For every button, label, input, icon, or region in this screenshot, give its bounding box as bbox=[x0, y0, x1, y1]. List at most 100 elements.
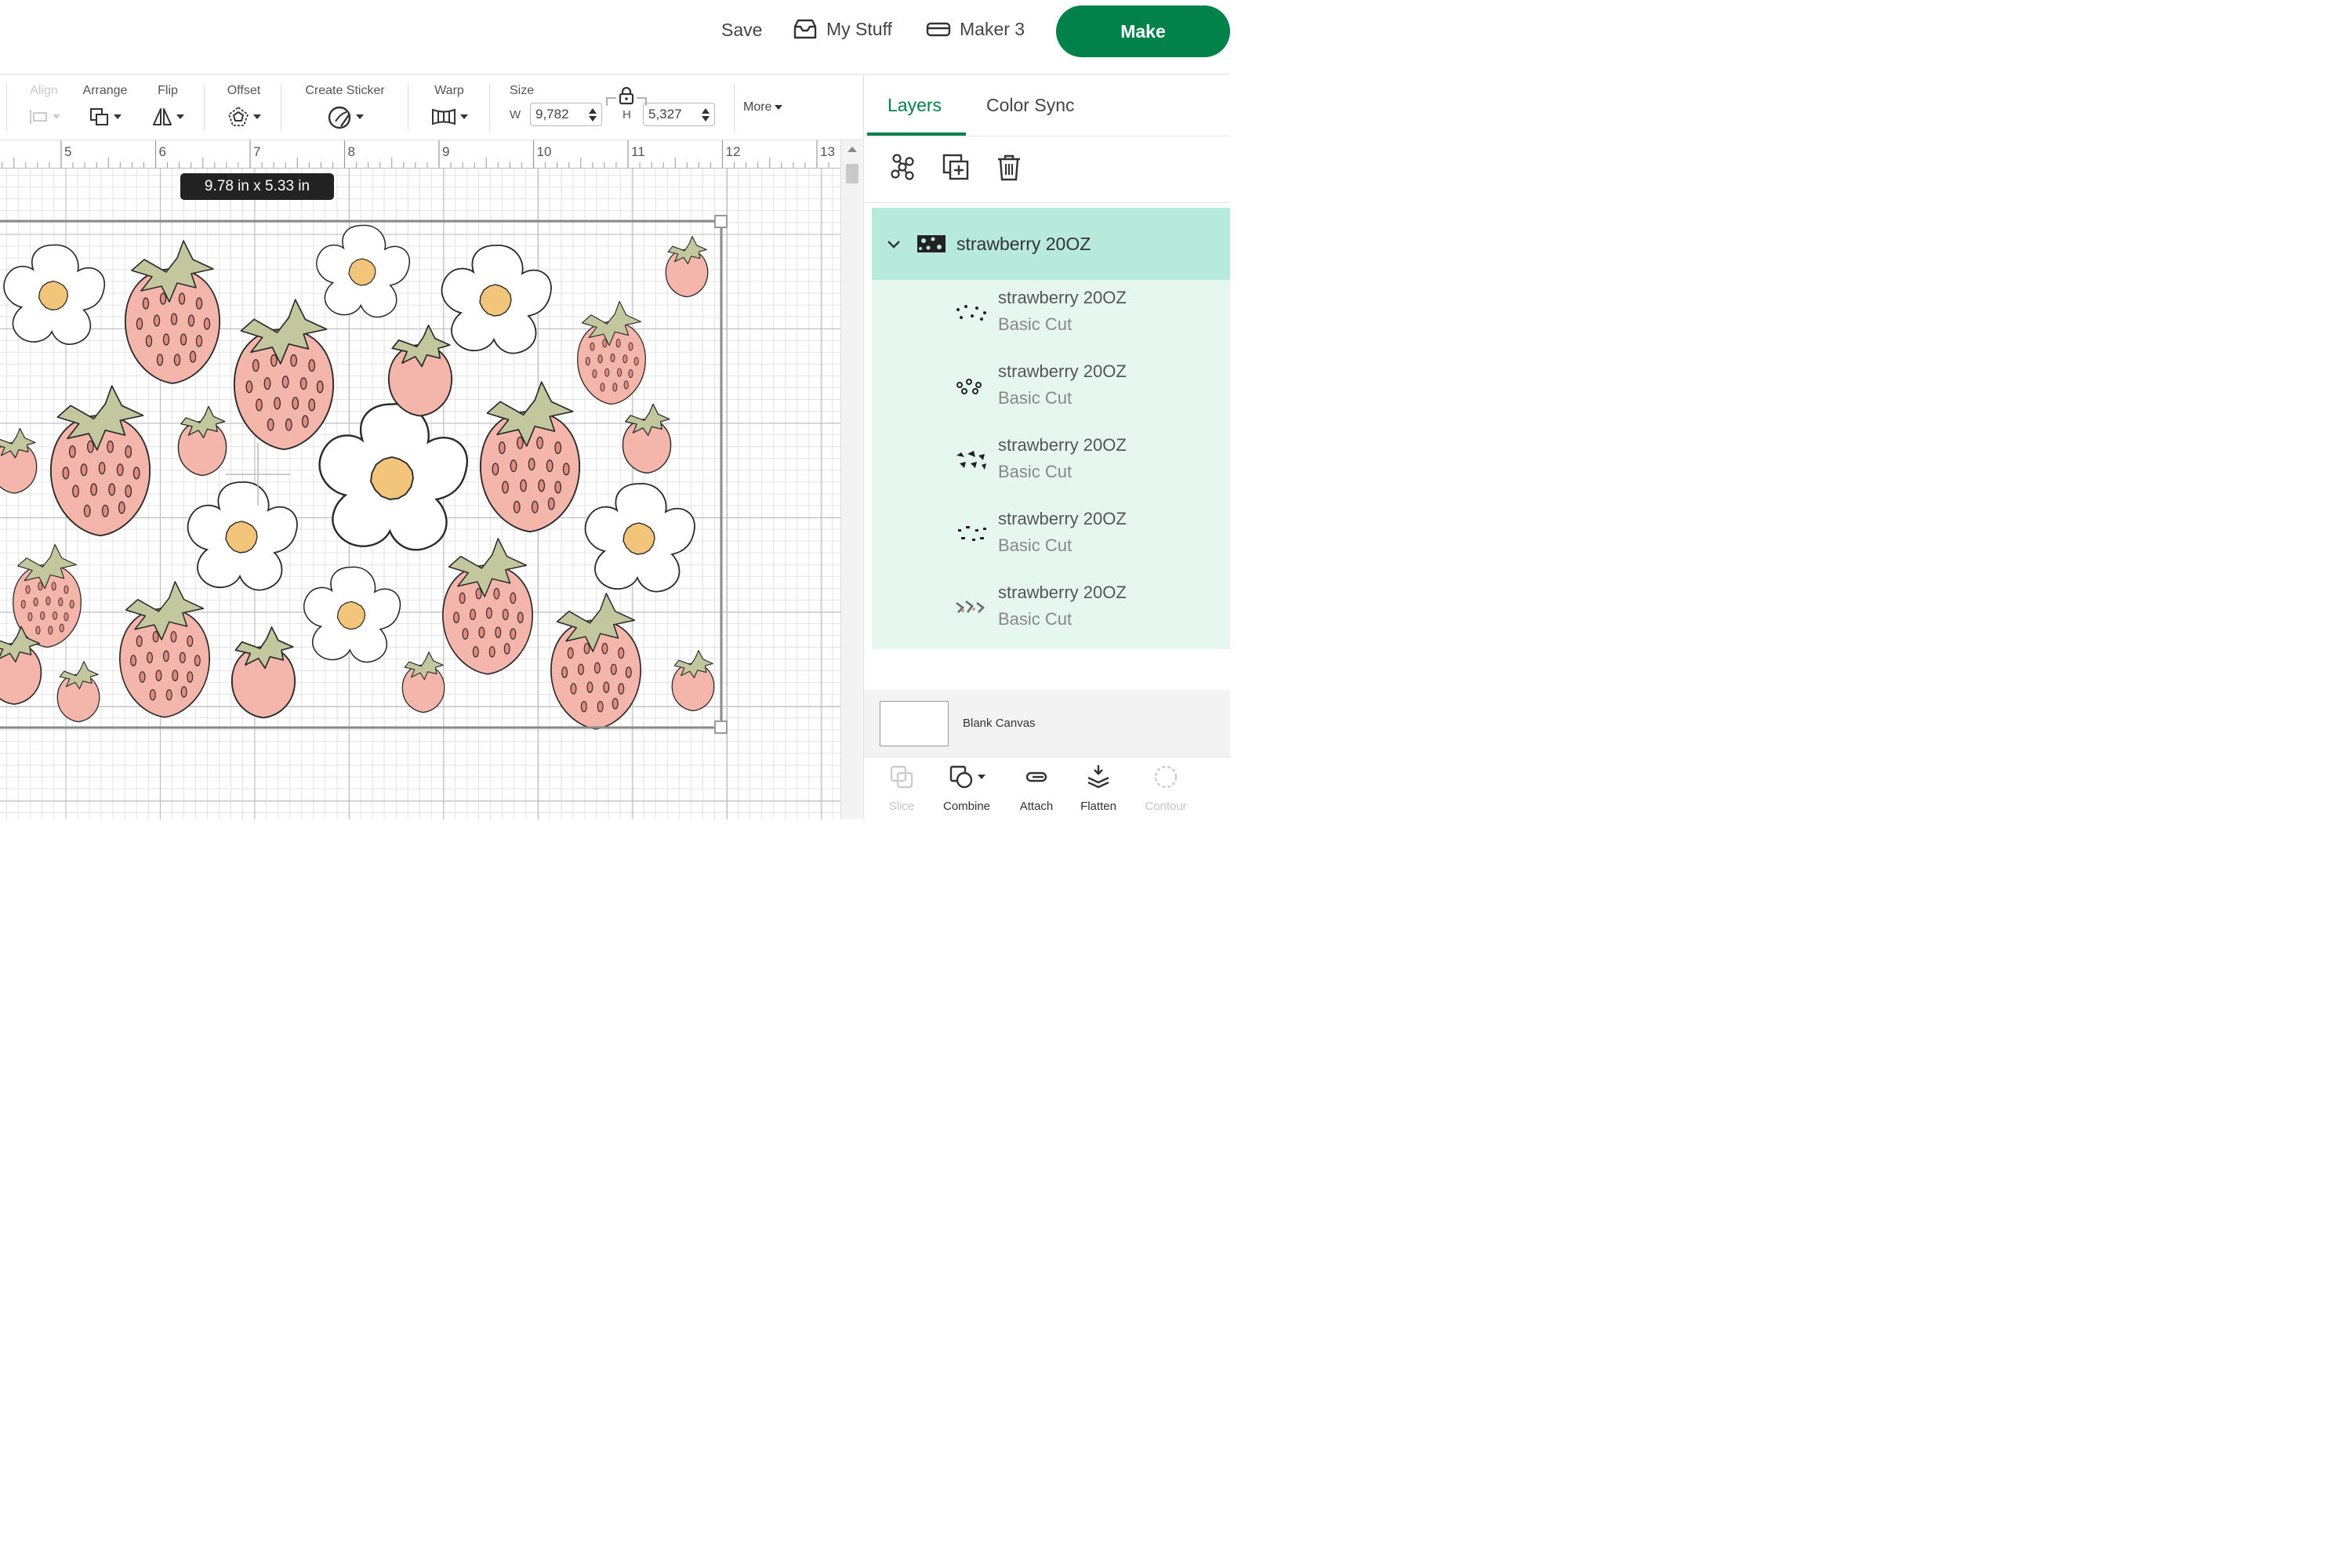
layer-item[interactable]: strawberry 20OZ Basic Cut bbox=[872, 501, 1230, 575]
layer-name: strawberry 20OZ bbox=[998, 509, 1127, 528]
combine-icon bbox=[949, 765, 973, 789]
toolbar-divider bbox=[734, 84, 735, 131]
dimension-tag: 9.78 in x 5.33 in bbox=[180, 173, 334, 200]
ruler-tick-label: 9 bbox=[442, 144, 449, 159]
tab-color-sync[interactable]: Color Sync bbox=[986, 95, 1074, 116]
flatten-button[interactable]: Flatten bbox=[1076, 764, 1121, 813]
strawberry-shape bbox=[234, 299, 333, 449]
width-field: W 9,782 bbox=[510, 103, 602, 126]
width-stepper[interactable] bbox=[589, 107, 597, 122]
strawberry-shape bbox=[0, 427, 38, 494]
layer-item[interactable]: strawberry 20OZ Basic Cut bbox=[872, 575, 1230, 648]
layer-item[interactable]: strawberry 20OZ Basic Cut bbox=[872, 427, 1230, 501]
inbox-icon bbox=[793, 19, 817, 39]
scroll-up-arrow-icon[interactable] bbox=[848, 147, 857, 152]
layer-thumbnail bbox=[958, 526, 986, 541]
width-key: W bbox=[510, 107, 521, 122]
ruler-tick-label: 6 bbox=[159, 144, 166, 159]
group-icon[interactable] bbox=[887, 152, 919, 183]
strawberry-shape bbox=[387, 324, 453, 417]
warp-tool[interactable]: Warp bbox=[427, 84, 471, 129]
cutting-machine-icon bbox=[926, 22, 951, 37]
tab-layers[interactable]: Layers bbox=[887, 95, 942, 116]
arrange-tool[interactable]: Arrange bbox=[80, 84, 130, 129]
offset-tool[interactable]: Offset bbox=[223, 84, 264, 129]
size-label: Size bbox=[510, 84, 535, 97]
layer-thumbnail bbox=[956, 305, 986, 321]
layer-operations-bar: Slice Combine Attach Flatten Contour bbox=[864, 757, 1230, 819]
edit-toolbar: Align Arrange Flip Offset Create Sticker… bbox=[0, 74, 862, 140]
align-tool[interactable]: Align bbox=[25, 84, 63, 129]
flower-shape bbox=[584, 482, 695, 593]
delete-icon[interactable] bbox=[993, 152, 1025, 183]
create-sticker-tool[interactable]: Create Sticker bbox=[299, 84, 390, 129]
group-thumbnail bbox=[917, 235, 946, 252]
strawberry-shape bbox=[671, 649, 715, 712]
resize-handle[interactable] bbox=[714, 720, 728, 734]
flip-label: Flip bbox=[158, 84, 178, 97]
attach-button[interactable]: Attach bbox=[1014, 764, 1058, 813]
vertical-scrollbar[interactable] bbox=[840, 140, 862, 819]
panel-tabs: Layers Color Sync bbox=[864, 74, 1230, 136]
strawberry-shape bbox=[578, 301, 646, 404]
layer-group-header[interactable]: strawberry 20OZ bbox=[872, 208, 1230, 280]
strawberry-shape bbox=[401, 651, 445, 713]
width-input[interactable]: 9,782 bbox=[530, 103, 602, 126]
slice-label: Slice bbox=[888, 800, 915, 813]
flip-tool[interactable]: Flip bbox=[149, 84, 187, 129]
more-label: More bbox=[743, 100, 772, 114]
align-icon bbox=[30, 110, 47, 124]
contour-button[interactable]: Contour bbox=[1138, 764, 1193, 813]
scroll-thumb[interactable] bbox=[846, 164, 858, 183]
height-key: H bbox=[622, 107, 631, 122]
blank-canvas-swatch[interactable] bbox=[880, 701, 949, 746]
warp-label: Warp bbox=[434, 84, 464, 97]
save-button[interactable]: Save bbox=[721, 20, 762, 41]
sticker-caret-icon bbox=[356, 114, 364, 119]
layer-actions bbox=[864, 136, 1230, 203]
machine-selector[interactable]: Maker 3 bbox=[925, 17, 1025, 41]
ruler-tick-label: 12 bbox=[726, 144, 741, 159]
ruler-tick-label: 8 bbox=[348, 144, 355, 159]
layer-thumbnail bbox=[956, 379, 982, 394]
blank-canvas-row: Blank Canvas bbox=[864, 690, 1230, 757]
duplicate-icon[interactable] bbox=[941, 152, 972, 183]
combine-button[interactable]: Combine bbox=[938, 764, 996, 813]
make-button[interactable]: Make bbox=[1056, 5, 1230, 57]
layer-thumbnail bbox=[956, 601, 985, 613]
layer-operation: Basic Cut bbox=[998, 388, 1073, 408]
layer-name: strawberry 20OZ bbox=[998, 583, 1127, 602]
layer-item[interactable]: strawberry 20OZ Basic Cut bbox=[872, 280, 1230, 354]
ruler-tick-label: 11 bbox=[631, 144, 645, 159]
height-stepper[interactable] bbox=[702, 107, 710, 122]
layer-name: strawberry 20OZ bbox=[998, 288, 1127, 307]
flower-shape bbox=[318, 403, 469, 551]
height-value: 5,327 bbox=[648, 107, 682, 122]
layer-item[interactable]: strawberry 20OZ Basic Cut bbox=[872, 354, 1230, 427]
layers-panel: Layers Color Sync strawberry 20OZ strawb… bbox=[863, 74, 1230, 819]
offset-label: Offset bbox=[227, 84, 261, 97]
flatten-label: Flatten bbox=[1080, 800, 1116, 813]
layer-operation: Basic Cut bbox=[998, 535, 1073, 555]
flip-icon bbox=[153, 108, 172, 125]
strawberry-design[interactable] bbox=[0, 200, 840, 819]
ruler-ticks: 5 6 7 8 9 10 11 12 13 bbox=[2, 140, 835, 168]
width-value: 9,782 bbox=[535, 107, 569, 122]
slice-button[interactable]: Slice bbox=[884, 764, 919, 813]
layer-operation: Basic Cut bbox=[998, 609, 1073, 629]
strawberry-shape bbox=[443, 539, 532, 674]
combine-caret-icon bbox=[978, 775, 985, 779]
flatten-icon bbox=[1087, 765, 1109, 789]
more-menu-button[interactable]: More bbox=[743, 100, 783, 114]
resize-handle[interactable] bbox=[714, 215, 728, 228]
offset-caret-icon bbox=[253, 114, 261, 119]
chevron-down-icon[interactable] bbox=[886, 236, 902, 252]
height-input[interactable]: 5,327 bbox=[643, 103, 715, 126]
strawberry-shape bbox=[481, 382, 579, 532]
flower-shape bbox=[316, 224, 411, 318]
layer-name: strawberry 20OZ bbox=[998, 435, 1127, 455]
align-caret-icon bbox=[53, 114, 60, 119]
warp-caret-icon bbox=[460, 114, 468, 119]
my-stuff-button[interactable]: My Stuff bbox=[792, 17, 892, 41]
flower-shape bbox=[3, 244, 106, 346]
